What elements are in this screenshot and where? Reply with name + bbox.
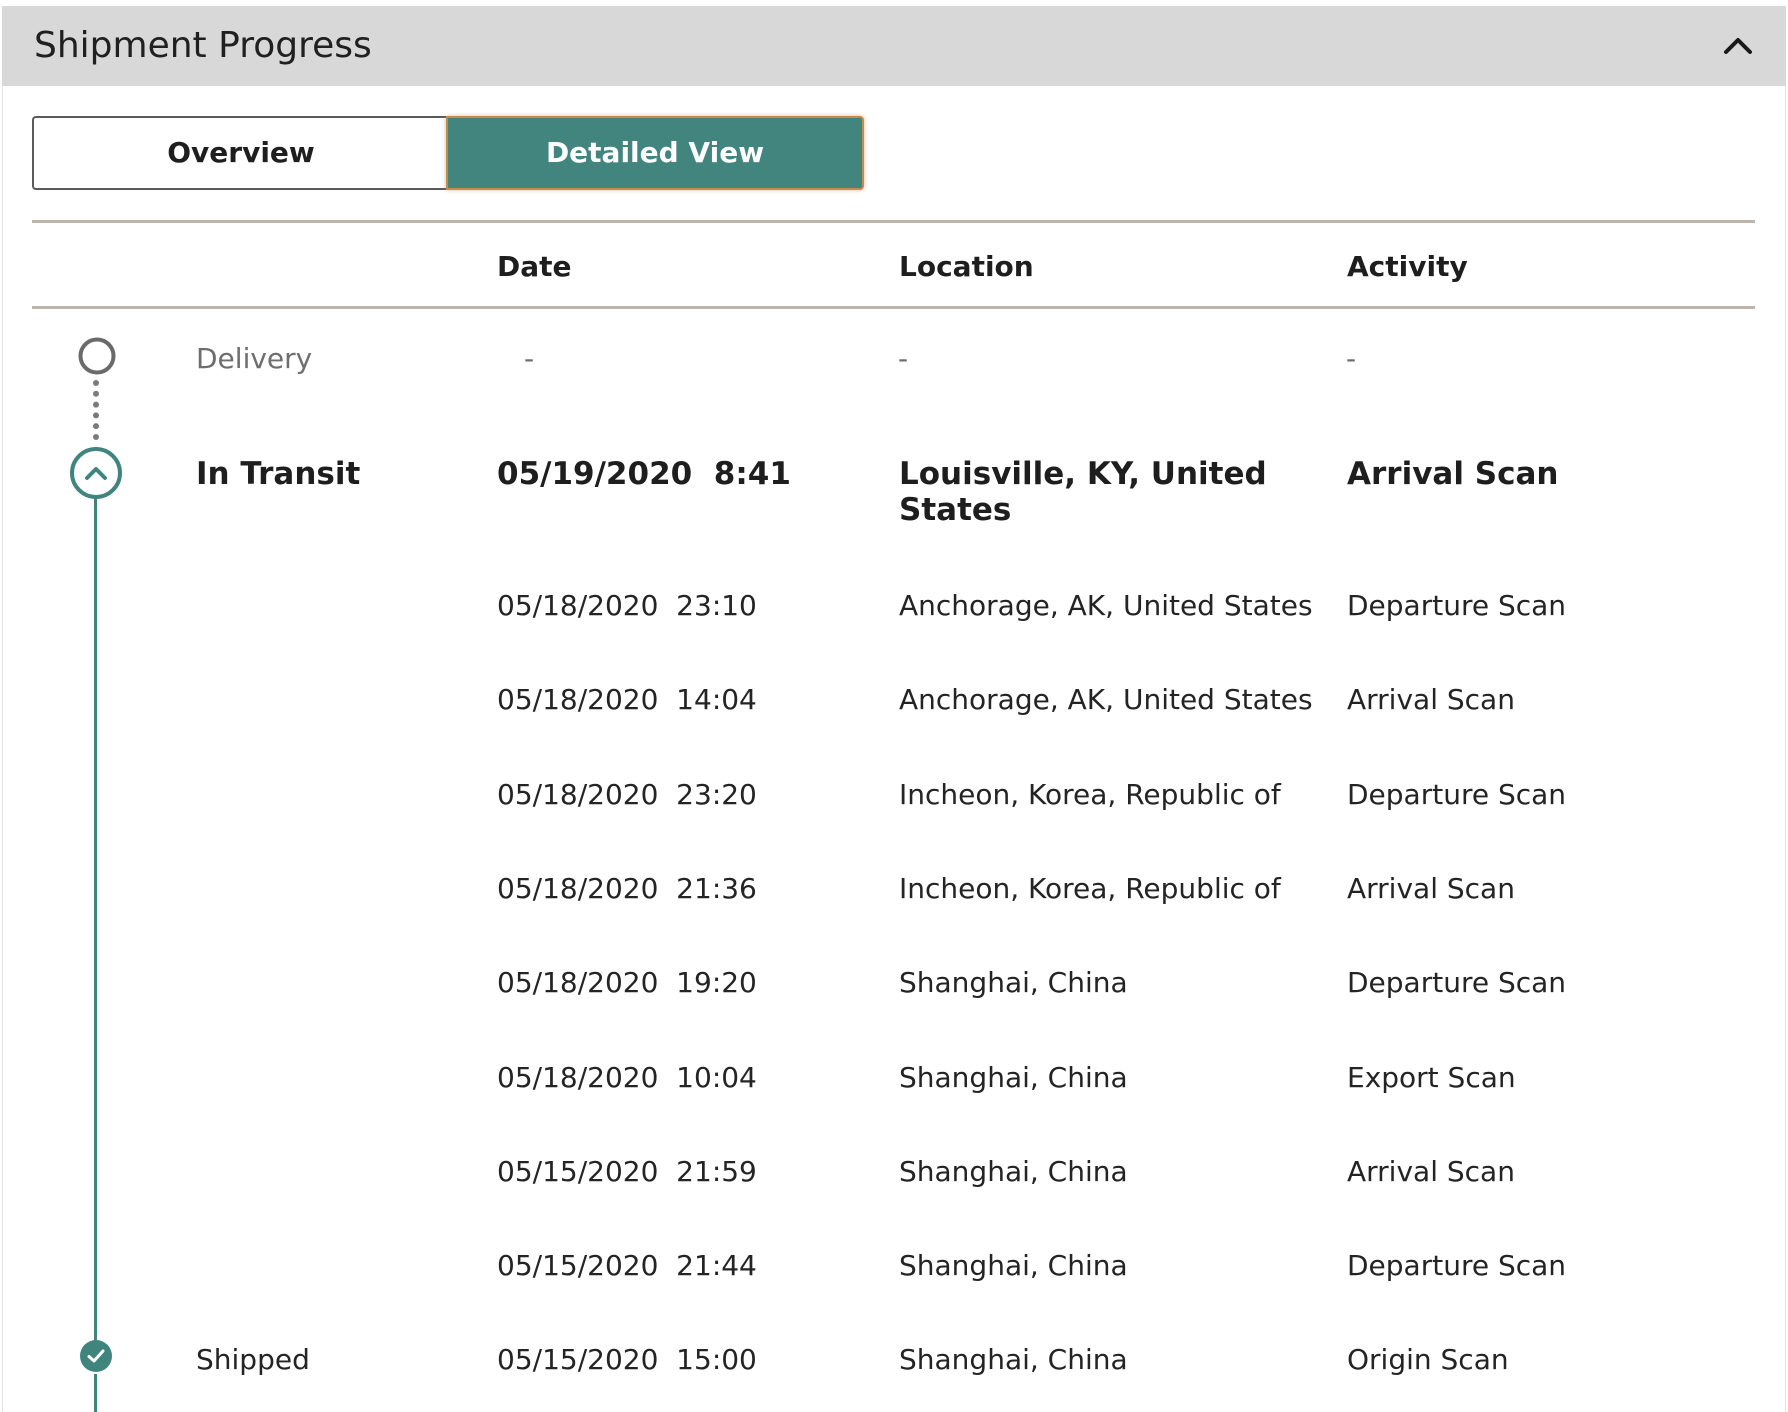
location-cell: Incheon, Korea, Republic of [899, 778, 1281, 811]
collapse-button[interactable] [1716, 24, 1760, 68]
empty-circle-icon [78, 337, 116, 375]
activity-cell: - [1346, 342, 1357, 375]
activity-cell: Arrival Scan [1347, 683, 1515, 716]
location-cell: Anchorage, AK, United States [899, 683, 1313, 716]
location-cell: Shanghai, China [899, 1343, 1128, 1376]
activity-cell: Departure Scan [1347, 1249, 1567, 1282]
activity-cell: Export Scan [1347, 1061, 1516, 1094]
milestone-label: Shipped [196, 1343, 310, 1376]
location-cell: Shanghai, China [899, 1061, 1128, 1094]
panel-header[interactable]: Shipment Progress [2, 6, 1786, 86]
date-cell: 05/15/2020 21:44 [497, 1249, 757, 1282]
location-cell: Louisville, KY, United States [899, 456, 1267, 528]
activity-cell: Departure Scan [1347, 966, 1567, 999]
date-cell: 05/18/2020 21:36 [497, 872, 757, 905]
date-cell: - [524, 342, 535, 375]
overview-toggle-button[interactable]: Overview [32, 116, 448, 190]
activity-cell: Arrival Scan [1347, 872, 1515, 905]
table-header-divider [32, 306, 1755, 309]
activity-cell: Departure Scan [1347, 589, 1567, 622]
timeline-dotted-connector [93, 380, 99, 440]
activity-cell: Arrival Scan [1347, 1155, 1515, 1188]
date-cell: 05/19/2020 8:41 [497, 456, 791, 492]
date-cell: 05/15/2020 21:59 [497, 1155, 757, 1188]
date-cell: 05/15/2020 15:00 [497, 1343, 757, 1376]
date-cell: 05/18/2020 10:04 [497, 1061, 757, 1094]
timeline-line-tail [94, 1374, 97, 1412]
date-cell: 05/18/2020 14:04 [497, 683, 757, 716]
milestone-label: In Transit [196, 456, 361, 492]
shipment-progress-panel: Shipment Progress Overview Detailed View… [0, 0, 1788, 1412]
location-cell: Anchorage, AK, United States [899, 589, 1313, 622]
milestone-label: Delivery [196, 342, 313, 375]
check-circle-icon [80, 1340, 112, 1372]
chevron-up-circle-icon[interactable] [69, 446, 123, 500]
column-header-date: Date [497, 250, 572, 283]
location-cell: Shanghai, China [899, 966, 1128, 999]
date-cell: 05/18/2020 23:10 [497, 589, 757, 622]
date-cell: 05/18/2020 19:20 [497, 966, 757, 999]
location-cell: Shanghai, China [899, 1249, 1128, 1282]
chevron-up-icon [1724, 38, 1752, 54]
date-cell: 05/18/2020 23:20 [497, 778, 757, 811]
panel-title: Shipment Progress [34, 25, 372, 66]
activity-cell: Departure Scan [1347, 778, 1567, 811]
location-cell: Shanghai, China [899, 1155, 1128, 1188]
column-header-activity: Activity [1347, 250, 1468, 283]
activity-cell: Arrival Scan [1347, 456, 1559, 492]
detailed-view-toggle-button[interactable]: Detailed View [446, 116, 864, 190]
panel-body [2, 86, 1786, 1412]
location-cell: - [898, 342, 909, 375]
activity-cell: Origin Scan [1347, 1343, 1509, 1376]
column-header-location: Location [899, 250, 1034, 283]
location-cell: Incheon, Korea, Republic of [899, 872, 1281, 905]
table-top-divider [32, 220, 1755, 223]
timeline-line [94, 494, 97, 1346]
